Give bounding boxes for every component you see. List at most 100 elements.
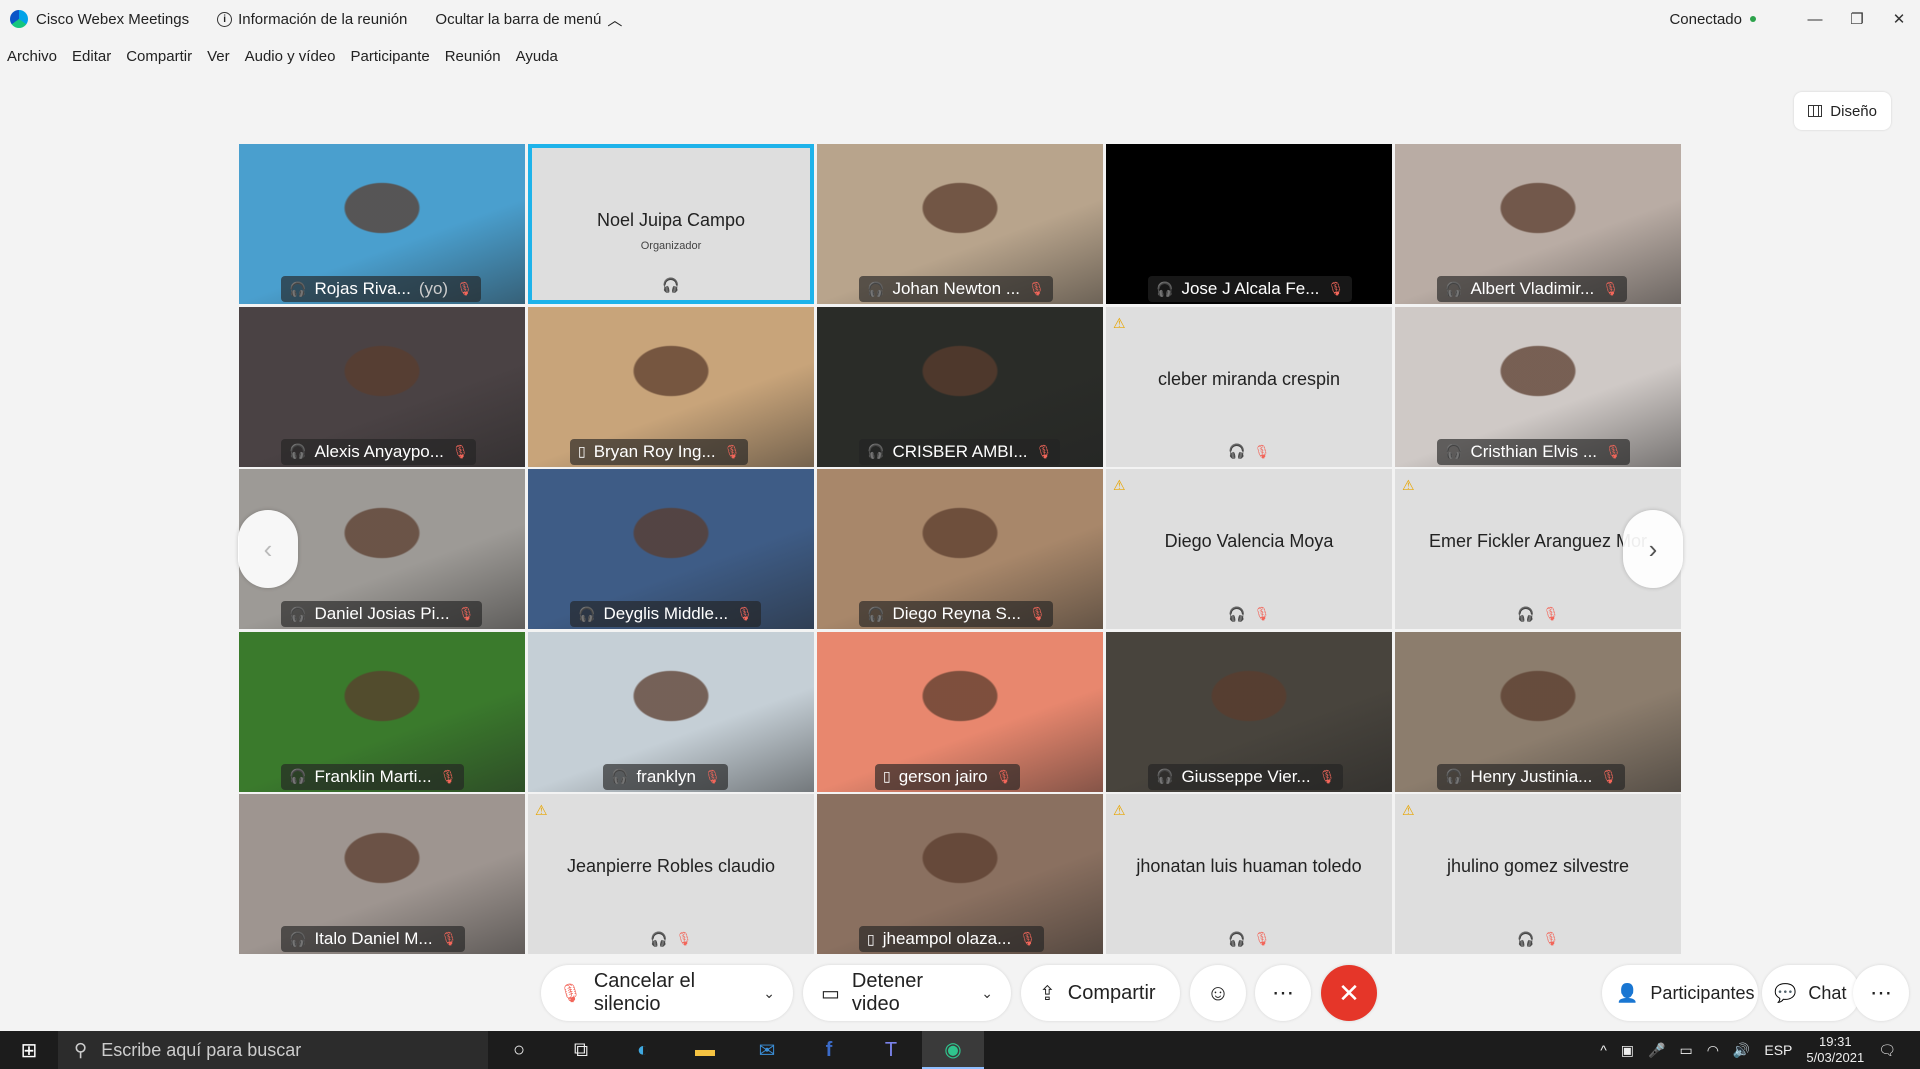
clock[interactable]: 19:31 5/03/2021 [1806, 1034, 1864, 1066]
restore-button[interactable]: ❐ [1836, 0, 1878, 38]
participant-tile[interactable]: 🎧 Rojas Riva... (yo) 🎙 [239, 144, 525, 304]
teams-icon[interactable]: T [860, 1039, 922, 1062]
edge-icon[interactable]: ◐ [612, 1039, 674, 1062]
participant-label: 🎧 Franklin Marti... 🎙 [281, 763, 465, 790]
participant-tile[interactable]: ▯ gerson jairo 🎙 [817, 631, 1103, 792]
video-camera-icon: ▭ [821, 982, 840, 1005]
participants-button[interactable]: 👤 Participantes [1602, 965, 1758, 1021]
participant-label: 🎧 Rojas Riva... (yo) 🎙 [281, 276, 481, 302]
participant-tile[interactable]: ⚠ cleber miranda crespin 🎧 🎙 [1106, 306, 1392, 467]
participant-tile[interactable]: 🎧 Franklin Marti... 🎙 [239, 631, 525, 792]
participant-tile[interactable]: 🎧 CRISBER AMBI... 🎙 [817, 306, 1103, 467]
participant-tile[interactable]: ⚠ jhonatan luis huaman toledo 🎧 🎙 [1106, 794, 1392, 954]
headset-icon: 🎧 [1445, 768, 1463, 784]
chat-button[interactable]: 💬 Chat [1762, 965, 1860, 1021]
cortana-icon[interactable]: ○ [488, 1039, 550, 1062]
participant-role: Organizador [640, 240, 702, 252]
search-placeholder: Escribe aquí para buscar [101, 1039, 302, 1060]
previous-page-button[interactable]: ‹ [238, 510, 298, 588]
headset-icon: 🎧 [867, 605, 885, 622]
wifi-icon[interactable]: ◠ [1707, 1042, 1719, 1059]
participant-tile[interactable]: 🎧 Johan Newton ... 🎙 [817, 144, 1103, 304]
participant-label: 🎧 franklyn 🎙 [603, 763, 729, 790]
battery-icon[interactable]: ▭ [1679, 1042, 1692, 1059]
unmute-label: Cancelar el silencio [593, 970, 696, 1015]
panel-more-button[interactable]: ⋯ [1853, 965, 1909, 1021]
more-dots-icon: ⋯ [1272, 980, 1294, 1005]
clock-time: 19:31 [1819, 1034, 1852, 1049]
headset-icon: 🎧 [1445, 280, 1463, 297]
windows-start-button[interactable]: ⊞ [0, 1038, 58, 1063]
menu-reunion[interactable]: Reunión [445, 48, 501, 65]
participant-tile[interactable]: Noel Juipa Campo Organizador 🎧 [528, 144, 814, 304]
next-page-button[interactable]: › [1623, 510, 1683, 588]
menu-bar: Archivo Editar Compartir Ver Audio y víd… [0, 44, 573, 68]
reactions-button[interactable]: ☺ [1190, 965, 1246, 1021]
headset-icon: 🎧 [1228, 930, 1246, 947]
webex-taskbar-icon[interactable]: ◉ [922, 1031, 984, 1069]
participant-tile[interactable]: ▯ Bryan Roy Ing... 🎙 [528, 306, 814, 467]
participant-tile[interactable]: 🎧 Albert Vladimir... 🎙 [1395, 144, 1681, 304]
display-icon[interactable]: ▣ [1621, 1042, 1634, 1059]
participant-name: Giusseppe Vier... [1181, 766, 1311, 786]
minimize-button[interactable]: — [1794, 0, 1836, 38]
participant-tile[interactable]: 🎧 Giusseppe Vier... 🎙 [1106, 631, 1392, 792]
menu-audio-video[interactable]: Audio y vídeo [245, 48, 336, 65]
participant-tile[interactable]: ⚠ jhulino gomez silvestre 🎧 🎙 [1395, 794, 1681, 954]
chevron-down-icon[interactable]: ⌄ [763, 985, 775, 1002]
participant-label: 🎧 Jose J Alcala Fe... 🎙 [1148, 276, 1352, 302]
layout-button[interactable]: Diseño [1794, 92, 1891, 130]
taskbar-search[interactable]: ⚲ Escribe aquí para buscar [58, 1031, 488, 1069]
close-window-button[interactable]: ✕ [1878, 0, 1920, 38]
participant-tile[interactable]: ▯ jheampol olaza... 🎙 [817, 794, 1103, 954]
participant-label: 🎧 Deyglis Middle... 🎙 [570, 601, 761, 627]
muted-mic-icon: 🎙 [456, 281, 473, 296]
participant-tile[interactable]: 🎧 Henry Justinia... 🎙 [1395, 631, 1681, 792]
more-dots-icon: ⋯ [1870, 980, 1892, 1005]
stop-video-button[interactable]: ▭ Detener video ⌄ [803, 965, 1011, 1021]
participant-tile[interactable]: 🎧 Jose J Alcala Fe... 🎙 [1106, 144, 1392, 304]
volume-icon[interactable]: 🔊 [1733, 1042, 1750, 1059]
menu-editar[interactable]: Editar [72, 48, 111, 65]
participant-status: 🎧 🎙 [1220, 926, 1278, 952]
headset-icon: 🎧 [650, 930, 668, 947]
participant-label: 🎧 Henry Justinia... 🎙 [1437, 763, 1625, 790]
participant-tile[interactable]: 🎧 franklyn 🎙 [528, 631, 814, 792]
unmute-button[interactable]: 🎙 Cancelar el silencio ⌄ [541, 965, 793, 1021]
participant-status: 🎧 [654, 272, 687, 298]
headset-icon: 🎧 [289, 443, 307, 459]
leave-meeting-button[interactable]: ✕ [1321, 965, 1377, 1021]
menu-archivo[interactable]: Archivo [7, 48, 57, 65]
microphone-icon[interactable]: 🎤 [1648, 1042, 1665, 1059]
menu-participante[interactable]: Participante [351, 48, 430, 65]
participant-tile[interactable]: 🎧 Italo Daniel M... 🎙 [239, 794, 525, 954]
participant-tile[interactable]: 🎧 Diego Reyna S... 🎙 [817, 469, 1103, 629]
participant-name: jhulino gomez silvestre [1446, 856, 1630, 876]
muted-mic-icon: 🎙 [1253, 443, 1270, 459]
participant-label: ▯ jheampol olaza... 🎙 [859, 926, 1044, 952]
notifications-icon[interactable]: 🗨 [1878, 1042, 1896, 1059]
meeting-info-button[interactable]: i Información de la reunión [217, 11, 407, 28]
participants-label: Participantes [1650, 982, 1755, 1003]
file-explorer-icon[interactable]: ▬ [674, 1039, 736, 1062]
chevron-down-icon[interactable]: ⌄ [981, 985, 993, 1002]
mail-icon[interactable]: ✉ [736, 1038, 798, 1063]
status-dot-icon [1750, 16, 1756, 22]
menu-ayuda[interactable]: Ayuda [516, 48, 558, 65]
participant-tile[interactable]: 🎧 Cristhian Elvis ... 🎙 [1395, 306, 1681, 467]
chevron-up-icon[interactable]: ^ [1600, 1042, 1607, 1058]
participant-tile[interactable]: ⚠ Diego Valencia Moya 🎧 🎙 [1106, 469, 1392, 629]
participant-tile[interactable]: 🎧 Deyglis Middle... 🎙 [528, 469, 814, 629]
language-indicator[interactable]: ESP [1764, 1042, 1792, 1058]
muted-mic-icon: 🎙 [1318, 768, 1336, 784]
participant-tile[interactable]: 🎧 Alexis Anyaypo... 🎙 [239, 306, 525, 467]
menu-ver[interactable]: Ver [207, 48, 230, 65]
facebook-icon[interactable]: f [798, 1039, 860, 1062]
task-view-icon[interactable]: ⧉ [550, 1039, 612, 1062]
warning-icon: ⚠ [1113, 314, 1126, 331]
more-options-button[interactable]: ⋯ [1255, 965, 1311, 1021]
share-button[interactable]: ⇪ Compartir [1021, 965, 1180, 1021]
hide-menu-button[interactable]: Ocultar la barra de menú ︿ [435, 9, 622, 30]
participant-tile[interactable]: ⚠ Jeanpierre Robles claudio 🎧 🎙 [528, 794, 814, 954]
menu-compartir[interactable]: Compartir [126, 48, 192, 65]
